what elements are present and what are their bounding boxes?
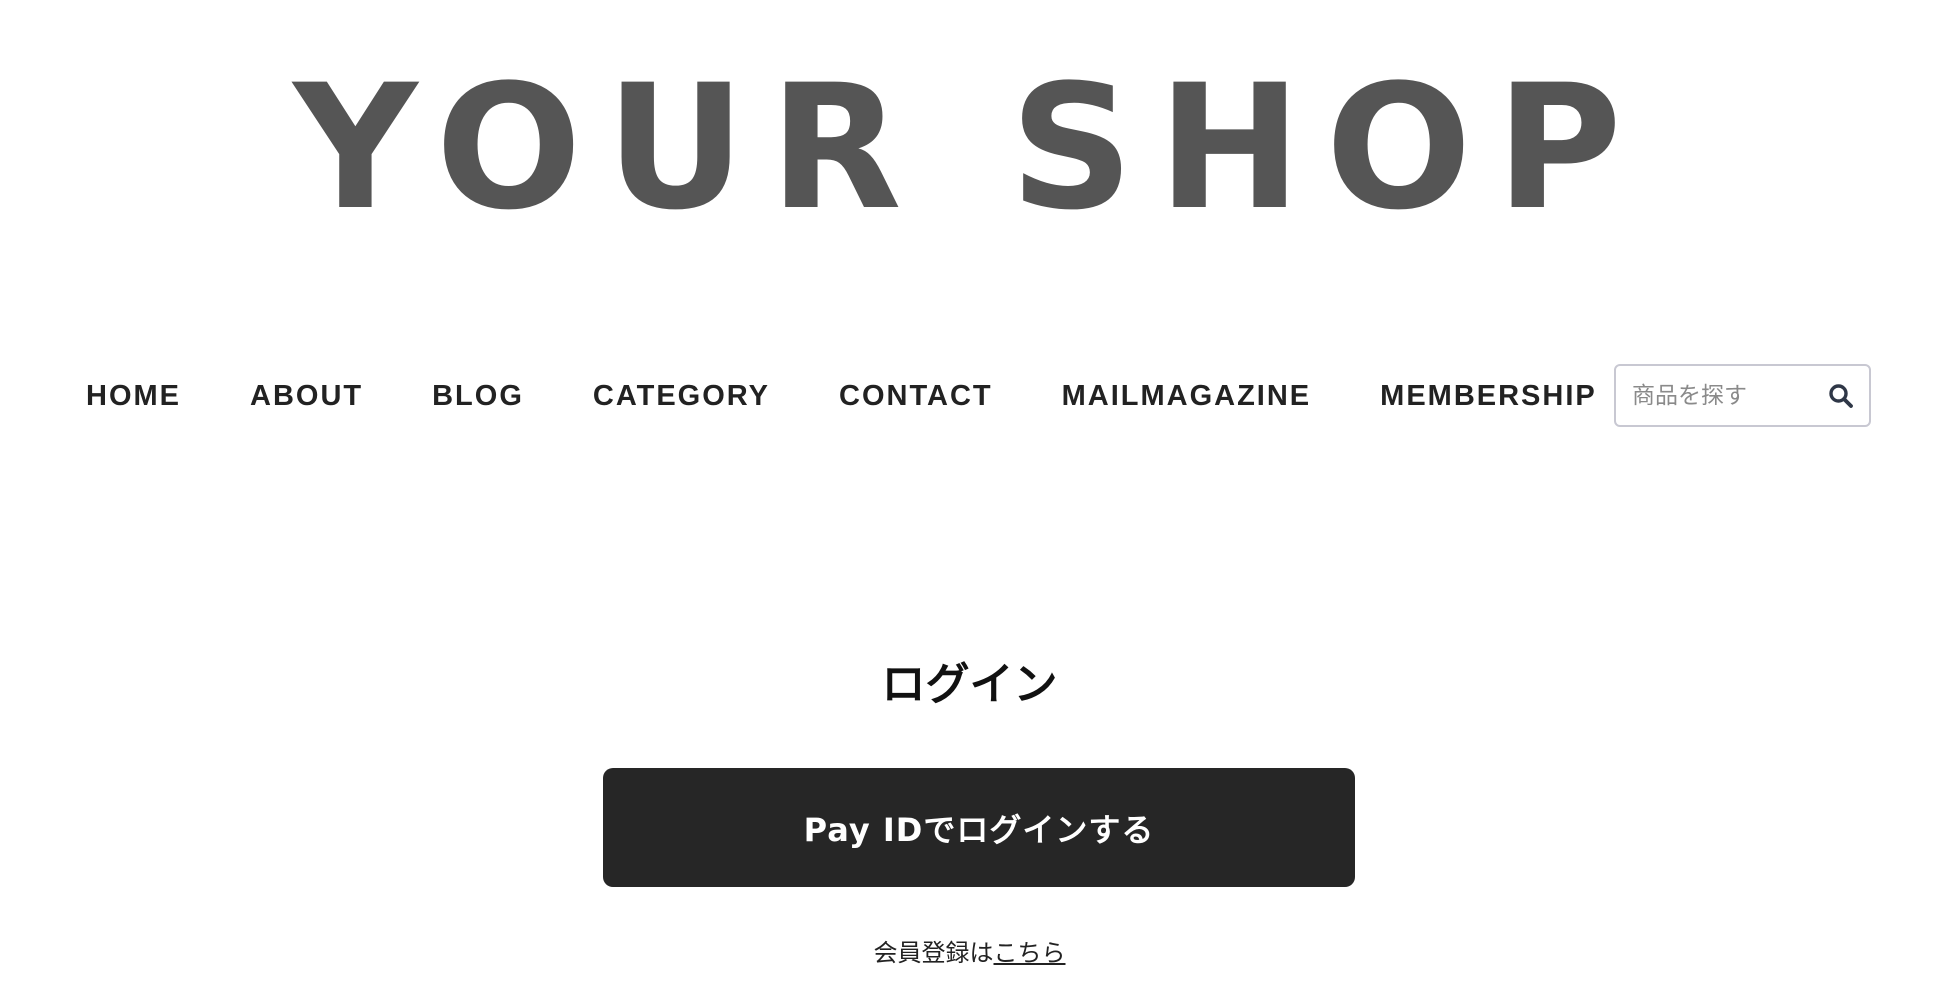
register-prefix: 会員登録は: [873, 939, 994, 967]
nav-item-contact[interactable]: CONTACT: [839, 380, 993, 413]
login-title: ログイン: [881, 659, 1058, 710]
register-text: 会員登録はこちら: [0, 935, 1939, 971]
nav-item-membership[interactable]: MEMBERSHIP: [1380, 380, 1597, 413]
search-input[interactable]: [1616, 366, 1813, 425]
nav-item-category[interactable]: CATEGORY: [593, 380, 770, 413]
main-nav: HOME ABOUT BLOG CATEGORY CONTACT MAILMAG…: [86, 366, 1597, 426]
nav-item-home[interactable]: HOME: [86, 380, 181, 413]
payid-login-button[interactable]: Pay IDでログインする: [603, 768, 1355, 887]
shop-logo[interactable]: YOUR SHOP: [0, 58, 1939, 238]
page: YOUR SHOP HOME ABOUT BLOG CATEGORY CONTA…: [0, 0, 1939, 1007]
search-box: [1614, 364, 1871, 427]
nav-item-about[interactable]: ABOUT: [250, 380, 363, 413]
nav-item-mailmagazine[interactable]: MAILMAGAZINE: [1062, 380, 1312, 413]
nav-item-blog[interactable]: BLOG: [432, 380, 524, 413]
register-link[interactable]: こちら: [994, 939, 1066, 967]
search-icon: [1829, 383, 1853, 408]
search-button[interactable]: [1813, 366, 1869, 425]
